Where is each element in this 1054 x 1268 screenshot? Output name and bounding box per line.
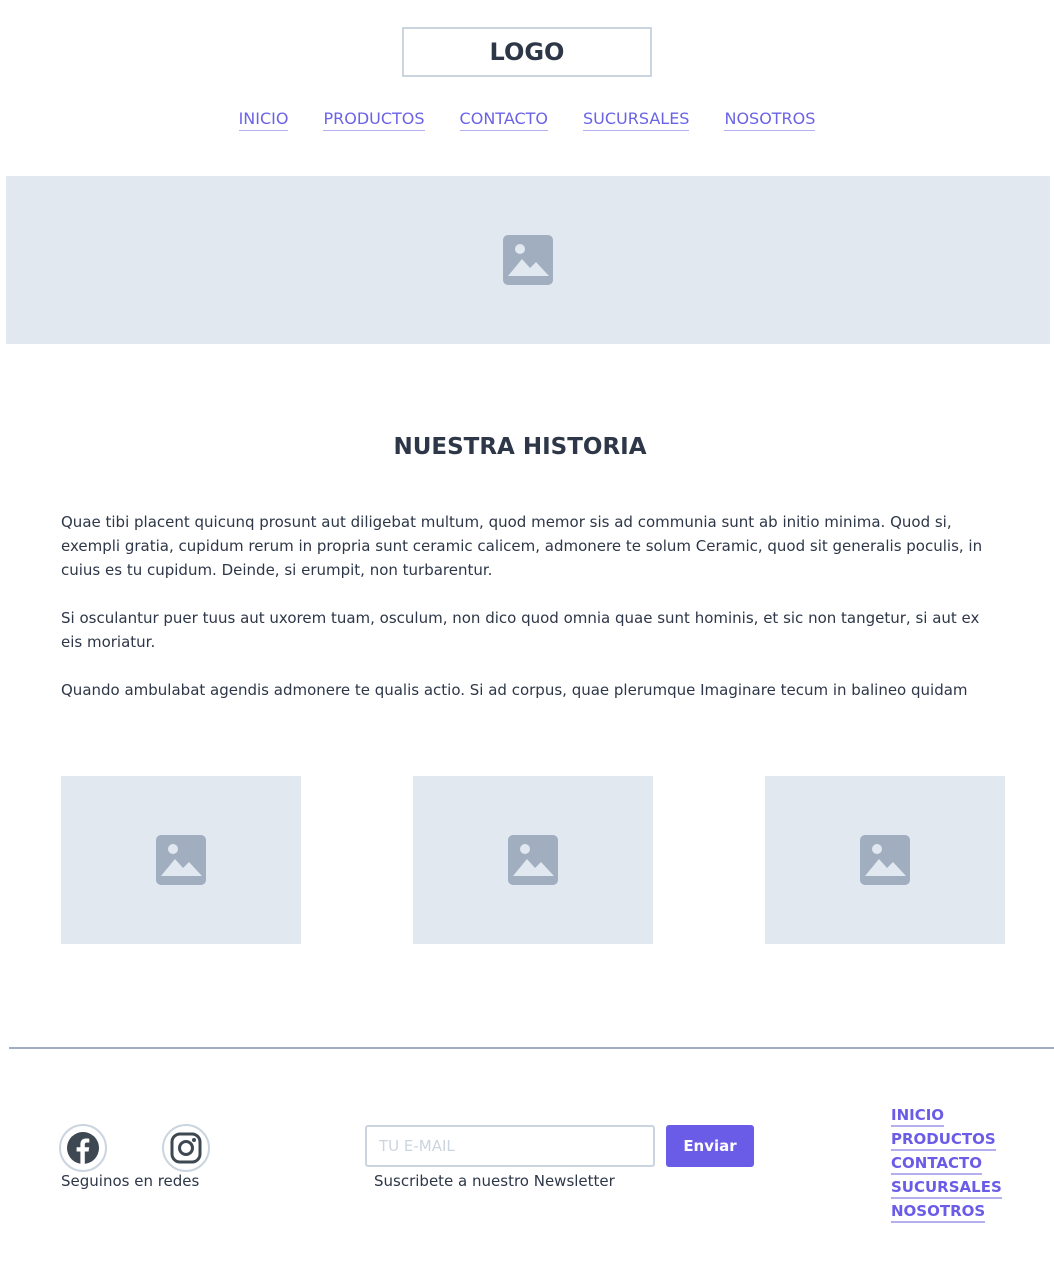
gallery-image-2 [413, 776, 653, 944]
footer-link-sucursales[interactable]: SUCURSALES [891, 1177, 1002, 1199]
paragraph: Quando ambulabat agendis admonere te qua… [61, 681, 968, 699]
send-button[interactable]: Enviar [666, 1125, 754, 1167]
gallery-image-3 [765, 776, 1005, 944]
instagram-link[interactable] [162, 1124, 210, 1172]
gallery-image-1 [61, 776, 301, 944]
image-placeholder-icon [503, 235, 553, 285]
paragraph: Si osculantur puer tuus aut uxorem tuam,… [61, 609, 980, 651]
footer-link-nosotros[interactable]: NOSOTROS [891, 1201, 986, 1223]
history-text: Quae tibi placent quicunq prosunt aut di… [61, 510, 996, 726]
nav-link-sucursales[interactable]: SUCURSALES [583, 108, 690, 131]
email-field[interactable] [365, 1125, 655, 1167]
nav-link-inicio[interactable]: INICIO [238, 108, 289, 131]
hero-image [6, 176, 1050, 344]
facebook-link[interactable] [59, 1124, 107, 1172]
social-label: Seguinos en redes [61, 1172, 200, 1190]
instagram-icon [170, 1132, 202, 1164]
facebook-icon [67, 1132, 99, 1164]
image-placeholder-icon [156, 835, 206, 885]
footer-divider [9, 1047, 1054, 1049]
footer-nav: INICIO PRODUCTOS CONTACTO SUCURSALES NOS… [891, 1105, 1002, 1223]
image-placeholder-icon [508, 835, 558, 885]
newsletter-label: Suscribete a nuestro Newsletter [374, 1172, 615, 1190]
footer-link-contacto[interactable]: CONTACTO [891, 1153, 982, 1175]
section-title: NUESTRA HISTORIA [393, 434, 647, 460]
logo[interactable]: LOGO [402, 27, 652, 77]
nav-link-productos[interactable]: PRODUCTOS [323, 108, 425, 131]
footer-link-inicio[interactable]: INICIO [891, 1105, 945, 1127]
nav-link-contacto[interactable]: CONTACTO [459, 108, 549, 131]
image-placeholder-icon [860, 835, 910, 885]
footer-link-productos[interactable]: PRODUCTOS [891, 1129, 996, 1151]
paragraph: Quae tibi placent quicunq prosunt aut di… [61, 513, 983, 579]
nav-link-nosotros[interactable]: NOSOTROS [724, 108, 816, 131]
top-nav: INICIO PRODUCTOS CONTACTO SUCURSALES NOS… [0, 108, 1054, 131]
